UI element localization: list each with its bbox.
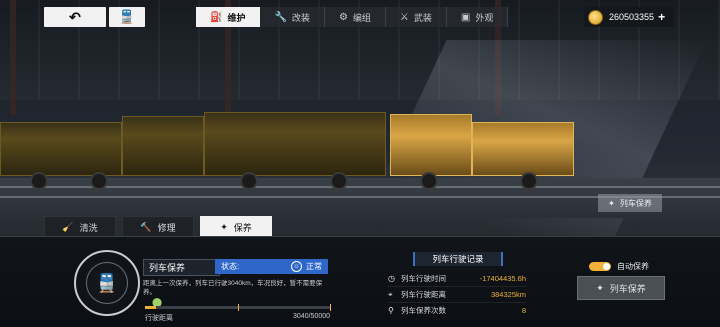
progress-tick (330, 304, 331, 311)
train-car (122, 116, 204, 176)
record-row-distance: ⌖ 列车行驶距离 384325km (388, 289, 526, 300)
maintenance-title: 列车保养 (143, 259, 220, 276)
status-label: 状态: (221, 262, 240, 271)
maintain-button[interactable]: ✦ 列车保养 (577, 276, 665, 300)
game-screen: { "topbar": { "back_icon": "back-arrow-i… (0, 0, 720, 327)
weapon-icon: ⚔ (399, 11, 409, 23)
gear-icon: ⚙ (338, 11, 348, 23)
hammer-icon: 🔨 (140, 221, 152, 232)
train-icon: 🚆 (118, 9, 136, 24)
maintenance-description: 距离上一次保养，列车已行驶3040km，车况良好，暂不需要保养。 (143, 280, 323, 296)
wrench-icon: 🔧 (274, 11, 287, 23)
currency-display: 260503355 + (584, 7, 674, 27)
sparkle-icon: ✦ (608, 198, 615, 208)
tab-appearance[interactable]: ▣ 外观 (446, 7, 509, 27)
divider (388, 302, 526, 303)
distance-progress (145, 304, 331, 311)
smile-icon: ☺ (291, 261, 302, 272)
sparkle-icon: ✦ (220, 221, 228, 232)
status-bar: 状态: ☺ 正常 (215, 259, 328, 274)
auto-maintenance-toggle[interactable] (589, 262, 611, 271)
subtab-maintain[interactable]: ✦ 保养 (200, 216, 272, 238)
support-beam (10, 0, 16, 115)
brush-icon: 🧹 (62, 221, 74, 232)
back-button[interactable]: ↶ (44, 7, 106, 27)
record-title: 列车行驶记录 (413, 252, 503, 266)
tab-maintenance[interactable]: ⛽ 维护 (196, 7, 261, 27)
train-car (0, 122, 122, 176)
sparkle-icon: ✦ (596, 282, 604, 293)
train-select-button[interactable]: 🚆 (109, 7, 145, 27)
locomotive-body (472, 122, 574, 176)
tab-formation[interactable]: ⚙ 编组 (324, 7, 386, 27)
record-row-count: ⚲ 列车保养次数 8 (388, 306, 526, 315)
tab-weapons[interactable]: ⚔ 武装 (385, 7, 447, 27)
side-maintenance-button[interactable]: ✦ 列车保养 (598, 194, 662, 212)
coin-icon (588, 9, 603, 25)
auto-maintenance: 自动保养 (589, 261, 649, 272)
progress-value: 3040/50000 (293, 313, 330, 320)
subtab-repair[interactable]: 🔨 修理 (122, 216, 194, 238)
sub-tabs: 🧹 清洗 🔨 修理 ✦ 保养 (44, 216, 272, 238)
wheel (240, 172, 258, 190)
back-arrow-icon: ↶ (69, 8, 81, 25)
train-car (204, 112, 386, 176)
clock-icon: ◷ (388, 274, 395, 283)
record-row-time: ◷ 列车行驶时间 -17404435.6h (388, 274, 526, 283)
wheel (90, 172, 108, 190)
subtab-wash[interactable]: 🧹 清洗 (44, 216, 116, 238)
wheel (420, 172, 438, 190)
train-front-icon: 🚆 (86, 262, 128, 304)
broom-icon: ⚲ (388, 306, 394, 315)
wheel (30, 172, 48, 190)
maintenance-icon: ⛽ (210, 11, 223, 23)
divider (388, 286, 526, 287)
locomotive-cab (390, 114, 472, 176)
currency-value: 260503355 (609, 12, 655, 22)
train-model[interactable] (0, 110, 600, 190)
progress-tick (237, 304, 239, 311)
distance-progress-fill (145, 306, 157, 309)
status-value: 正常 (306, 262, 322, 271)
tab-modify[interactable]: 🔧 改装 (260, 7, 325, 27)
wheel (330, 172, 348, 190)
wheel (520, 172, 538, 190)
add-currency-button[interactable]: + (658, 10, 665, 24)
train-emblem: 🚆 (74, 250, 140, 316)
location-icon: ⌖ (388, 289, 393, 299)
top-tabs: ⛽ 维护 🔧 改装 ⚙ 编组 ⚔ 武装 ▣ 外观 (196, 7, 509, 27)
progress-label: 行驶距离 (145, 315, 173, 322)
paint-icon: ▣ (460, 11, 471, 23)
